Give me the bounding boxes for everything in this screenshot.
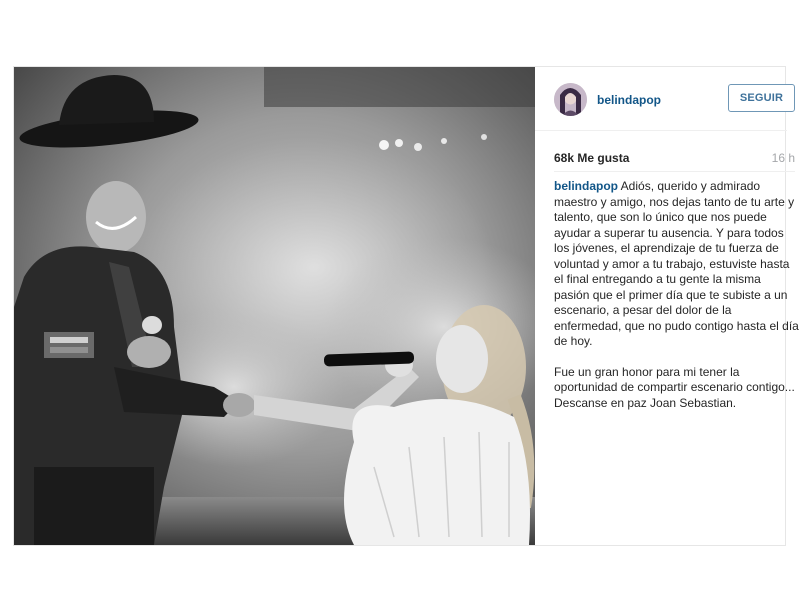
divider [554, 171, 795, 172]
caption-paragraph-2: Fue un gran honor para mi tener la oport… [554, 364, 795, 410]
post-stats: 68k Me gusta 16 h [554, 151, 795, 167]
post-caption: belindapop Adiós, querido y admirado mae… [554, 179, 799, 426]
likes-count[interactable]: 68k Me gusta [554, 151, 629, 165]
avatar[interactable] [554, 83, 587, 116]
profile-photo-icon [554, 83, 587, 116]
concert-photo-illustration [14, 67, 535, 545]
post-timestamp[interactable]: 16 h [772, 151, 795, 165]
post-header: belindapop SEGUIR [535, 67, 795, 131]
post-photo[interactable] [14, 67, 535, 545]
caption-author-link[interactable]: belindapop [554, 179, 618, 193]
instagram-post: belindapop SEGUIR 68k Me gusta 16 h beli… [13, 66, 799, 546]
caption-text-1: Adiós, querido y admirado maestro y amig… [554, 179, 799, 348]
caption-paragraph-1: belindapop Adiós, querido y admirado mae… [554, 179, 799, 350]
username-link[interactable]: belindapop [597, 93, 661, 107]
post-sidebar: belindapop SEGUIR 68k Me gusta 16 h beli… [535, 67, 799, 545]
follow-button[interactable]: SEGUIR [728, 84, 795, 112]
